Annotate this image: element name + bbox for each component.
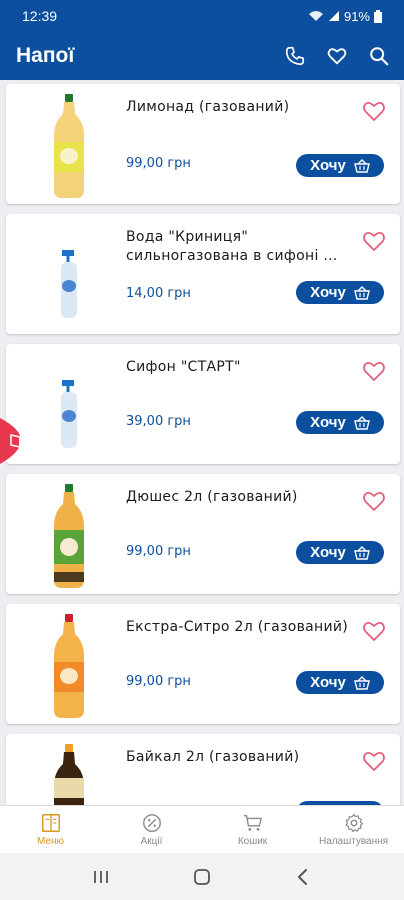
want-button[interactable]: Хочу <box>296 541 384 564</box>
app-bar: Напої <box>0 32 404 80</box>
product-image <box>54 94 84 198</box>
phone-icon[interactable] <box>284 45 306 67</box>
signal-icon <box>328 11 339 21</box>
basket-icon <box>353 285 370 300</box>
gear-icon <box>345 813 363 833</box>
status-bar: 12:39 91% <box>0 0 404 32</box>
product-name: Лимонад (газований) <box>126 99 290 115</box>
heart-icon[interactable] <box>362 620 386 642</box>
product-card[interactable]: Байкал 2л (газований) <box>6 734 400 805</box>
system-nav-bar <box>0 853 404 900</box>
product-price: 99,00 грн <box>126 544 191 559</box>
want-button-label: Хочу <box>310 544 346 561</box>
product-name: Вода "Криниця" сильногазована в сифоні .… <box>126 229 338 264</box>
heart-icon[interactable] <box>362 230 386 252</box>
nav-label-promotions: Акції <box>140 836 163 847</box>
product-price: 99,00 грн <box>126 674 191 689</box>
search-icon[interactable] <box>368 45 390 67</box>
page-title: Напої <box>16 44 75 67</box>
nav-item-settings[interactable]: Налаштування <box>303 806 404 853</box>
want-button-label: Хочу <box>310 414 346 431</box>
product-image <box>61 250 77 318</box>
heart-icon[interactable] <box>362 490 386 512</box>
product-image <box>54 744 84 805</box>
product-image <box>61 380 77 448</box>
heart-icon[interactable] <box>362 360 386 382</box>
heart-icon[interactable] <box>362 100 386 122</box>
cart-icon <box>243 814 262 831</box>
home-icon[interactable] <box>190 865 214 889</box>
product-card[interactable]: Вода "Криниця" сильногазована в сифоні .… <box>6 214 400 334</box>
product-price: 99,00 грн <box>126 156 191 171</box>
nav-label-cart: Кошик <box>237 836 268 847</box>
product-name: Сифон "СТАРТ" <box>126 359 241 375</box>
wifi-icon <box>308 11 323 21</box>
battery-icon <box>374 9 382 23</box>
product-card[interactable]: Лимонад (газований) 99,00 грн Хочу <box>6 84 400 204</box>
basket-icon <box>353 415 370 430</box>
side-menu-tab[interactable] <box>0 396 48 486</box>
nav-label-menu: Меню <box>36 836 65 847</box>
product-card[interactable]: Дюшес 2л (газований) 99,00 грн Хочу <box>6 474 400 594</box>
want-button-label: Хочу <box>310 284 346 301</box>
product-card[interactable]: Сифон "СТАРТ" 39,00 грн Хочу <box>6 344 400 464</box>
favorites-heart-icon[interactable] <box>326 45 348 67</box>
want-button[interactable]: Хочу <box>296 671 384 694</box>
product-name: Екстра-Ситро 2л (газований) <box>126 619 349 635</box>
recent-apps-icon[interactable] <box>89 865 113 889</box>
basket-icon <box>353 675 370 690</box>
nav-item-cart[interactable]: Кошик <box>202 806 303 853</box>
want-button-label: Хочу <box>310 157 346 174</box>
want-button[interactable]: Хочу <box>296 411 384 434</box>
status-icons: 91% <box>308 9 382 24</box>
basket-icon <box>353 545 370 560</box>
product-name: Байкал 2л (газований) <box>126 749 300 765</box>
product-name: Дюшес 2л (газований) <box>126 489 298 505</box>
want-button[interactable]: Хочу <box>296 154 384 177</box>
bottom-nav: Меню Акції Кошик Налаштування <box>0 805 404 853</box>
product-list[interactable]: Лимонад (газований) 99,00 грн Хочу Вода … <box>0 80 404 805</box>
status-time: 12:39 <box>22 8 58 24</box>
nav-item-promotions[interactable]: Акції <box>101 806 202 853</box>
product-card[interactable]: Екстра-Ситро 2л (газований) 99,00 грн Хо… <box>6 604 400 724</box>
nav-item-menu[interactable]: Меню <box>0 806 101 853</box>
product-price: 39,00 грн <box>126 414 191 429</box>
percent-icon <box>142 814 161 832</box>
want-button[interactable]: Хочу <box>296 281 384 304</box>
heart-icon[interactable] <box>362 750 386 772</box>
basket-icon <box>353 158 370 173</box>
menu-book-icon <box>41 814 60 832</box>
back-icon[interactable] <box>291 865 315 889</box>
battery-percent: 91% <box>343 8 370 24</box>
product-image <box>54 614 84 718</box>
want-button-label: Хочу <box>310 674 346 691</box>
product-price: 14,00 грн <box>126 286 191 301</box>
nav-label-settings: Налаштування <box>318 836 389 847</box>
product-image <box>54 484 84 588</box>
